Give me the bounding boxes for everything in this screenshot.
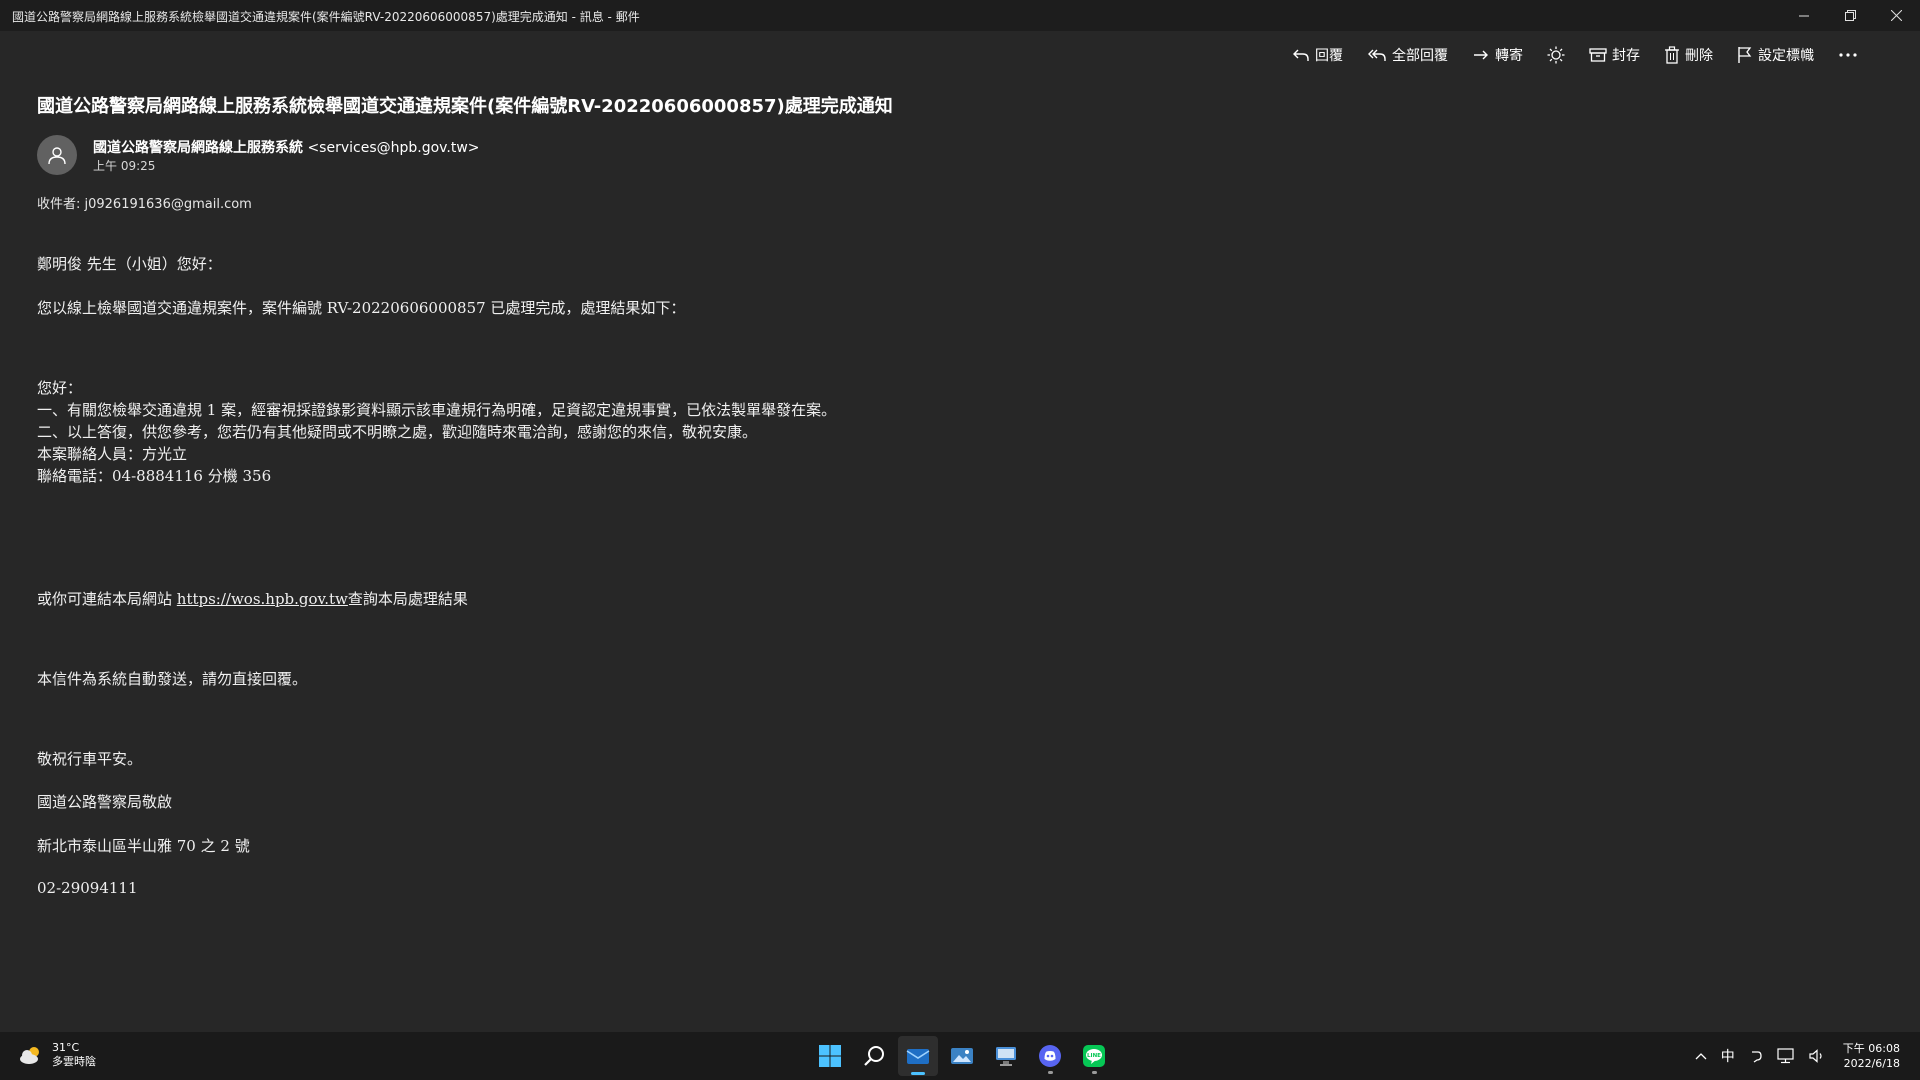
restore-icon — [1844, 10, 1856, 21]
ime-switch-button[interactable] — [1749, 1049, 1763, 1063]
sender-name: 國道公路警察局網路線上服務系統 — [93, 140, 303, 156]
archive-label: 封存 — [1612, 48, 1640, 64]
flag-label: 設定標幟 — [1758, 48, 1814, 64]
search-icon — [864, 1046, 884, 1066]
volume-button[interactable] — [1809, 1049, 1825, 1063]
reply-button[interactable]: 回覆 — [1292, 45, 1343, 65]
sender-line[interactable]: 國道公路警察局網路線上服務系統 <services@hpb.gov.tw> — [93, 137, 480, 157]
reply-label: 回覆 — [1315, 48, 1343, 64]
clock-time: 下午 06:08 — [1842, 1042, 1900, 1055]
message-subject: 國道公路警察局網路線上服務系統檢舉國道交通違規案件(案件編號RV-2022060… — [37, 96, 893, 117]
body-signature: 國道公路警察局敬啟 — [37, 793, 173, 811]
window-title: 國道公路警察局網路線上服務系統檢舉國道交通違規案件(案件編號RV-2022060… — [12, 10, 640, 24]
body-item-2: 二、以上答復，供您參考，您若仍有其他疑問或不明瞭之處，歡迎隨時來電洽詢，感謝您的… — [37, 423, 758, 441]
restore-button[interactable] — [1828, 0, 1872, 31]
body-phone: 02-29094111 — [37, 879, 138, 897]
line-icon: LINE — [1083, 1045, 1105, 1067]
weather-widget[interactable]: 31°C 多雲時陰 — [18, 1041, 96, 1069]
system-tray: 中 下午 06:08 2022/6/18 — [1681, 1032, 1920, 1080]
body-link-line: 或你可連結本局網站 https://wos.hpb.gov.tw查詢本局處理結果 — [37, 588, 468, 609]
link-prefix: 或你可連結本局網站 — [37, 590, 177, 608]
body-address: 新北市泰山區半山雅 70 之 2 號 — [37, 837, 250, 855]
search-button[interactable] — [854, 1036, 894, 1076]
archive-button[interactable]: 封存 — [1589, 45, 1640, 65]
taskbar: 31°C 多雲時陰 LINE 中 下午 06:08 2022/6/18 — [0, 1032, 1920, 1080]
photos-app-button[interactable] — [942, 1036, 982, 1076]
show-hidden-icons-button[interactable] — [1695, 1052, 1707, 1060]
pinned-apps: LINE — [810, 1036, 1114, 1076]
link-suffix: 查詢本局處理結果 — [347, 590, 468, 608]
remote-desktop-icon — [996, 1047, 1016, 1066]
reply-icon — [1293, 49, 1309, 61]
network-status-button[interactable] — [1777, 1048, 1795, 1064]
weather-temperature: 31°C — [52, 1041, 80, 1054]
theme-toggle-button[interactable] — [1547, 46, 1565, 64]
reply-all-icon — [1368, 49, 1386, 61]
mail-app-button[interactable] — [898, 1036, 938, 1076]
clock[interactable]: 下午 06:08 2022/6/18 — [1843, 1041, 1900, 1071]
body-item-1: 一、有關您檢舉交通違規 1 案，經審視採證錄影資料顯示該車違規行為明確，足資認定… — [37, 401, 837, 419]
body-hello: 您好： — [37, 379, 83, 397]
website-link[interactable]: https://wos.hpb.gov.tw — [177, 590, 348, 608]
mail-icon — [906, 1049, 930, 1064]
minimize-button[interactable] — [1782, 0, 1826, 31]
title-bar: 國道公路警察局網路線上服務系統檢舉國道交通違規案件(案件編號RV-2022060… — [0, 0, 1920, 31]
minimize-icon — [1799, 15, 1809, 16]
discord-app-button[interactable] — [1030, 1036, 1070, 1076]
cloudy-weather-icon — [20, 1047, 39, 1064]
reply-all-button[interactable]: 全部回覆 — [1367, 45, 1448, 65]
flag-icon — [1738, 47, 1752, 63]
forward-button[interactable]: 轉寄 — [1472, 45, 1523, 65]
body-auto-notice: 本信件為系統自動發送，請勿直接回覆。 — [37, 670, 308, 688]
chevron-up-icon — [1695, 1053, 1707, 1060]
photos-icon — [951, 1048, 973, 1064]
ime-mode-indicator[interactable]: 中 — [1721, 1046, 1735, 1066]
forward-icon — [1474, 50, 1488, 60]
body-contact-person: 本案聯絡人員：方光立 — [37, 445, 188, 463]
start-button[interactable] — [810, 1036, 850, 1076]
body-greeting: 鄭明俊 先生（小姐）您好： — [37, 255, 222, 273]
sender-avatar — [37, 135, 77, 175]
close-icon — [1890, 10, 1902, 21]
person-icon — [48, 147, 66, 165]
close-button[interactable] — [1874, 0, 1918, 31]
remote-desktop-button[interactable] — [986, 1036, 1026, 1076]
flag-button[interactable]: 設定標幟 — [1737, 45, 1814, 65]
ime-switch-icon — [1751, 1051, 1762, 1063]
body-wish: 敬祝行車平安。 — [37, 750, 143, 768]
windows-start-icon — [819, 1045, 841, 1067]
line-app-button[interactable]: LINE — [1074, 1036, 1114, 1076]
reply-all-label: 全部回覆 — [1392, 48, 1448, 64]
message-time: 上午 09:25 — [93, 159, 156, 173]
weather-description: 多雲時陰 — [52, 1055, 96, 1068]
body-contact-phone: 聯絡電話：04-8884116 分機 356 — [37, 467, 272, 485]
forward-label: 轉寄 — [1495, 48, 1523, 64]
network-icon — [1777, 1048, 1794, 1064]
delete-label: 刪除 — [1685, 48, 1713, 64]
trash-icon — [1665, 46, 1679, 64]
message-toolbar: 回覆 全部回覆 轉寄 封存 刪除 設定標幟 — [1268, 42, 1858, 68]
sun-icon — [1547, 46, 1565, 64]
svg-text:LINE: LINE — [1087, 1053, 1101, 1059]
delete-button[interactable]: 刪除 — [1664, 45, 1713, 65]
archive-icon — [1589, 48, 1607, 62]
body-intro: 您以線上檢舉國道交通違規案件，案件編號 RV-20220606000857 已處… — [37, 299, 686, 317]
speaker-icon — [1809, 1049, 1822, 1063]
recipients-line: 收件者: j0926191636@gmail.com — [37, 197, 252, 212]
clock-date: 2022/6/18 — [1843, 1057, 1900, 1070]
more-icon — [1839, 53, 1857, 57]
sender-email: <services@hpb.gov.tw> — [307, 140, 480, 156]
discord-icon — [1039, 1045, 1061, 1067]
more-actions-button[interactable] — [1838, 52, 1858, 58]
